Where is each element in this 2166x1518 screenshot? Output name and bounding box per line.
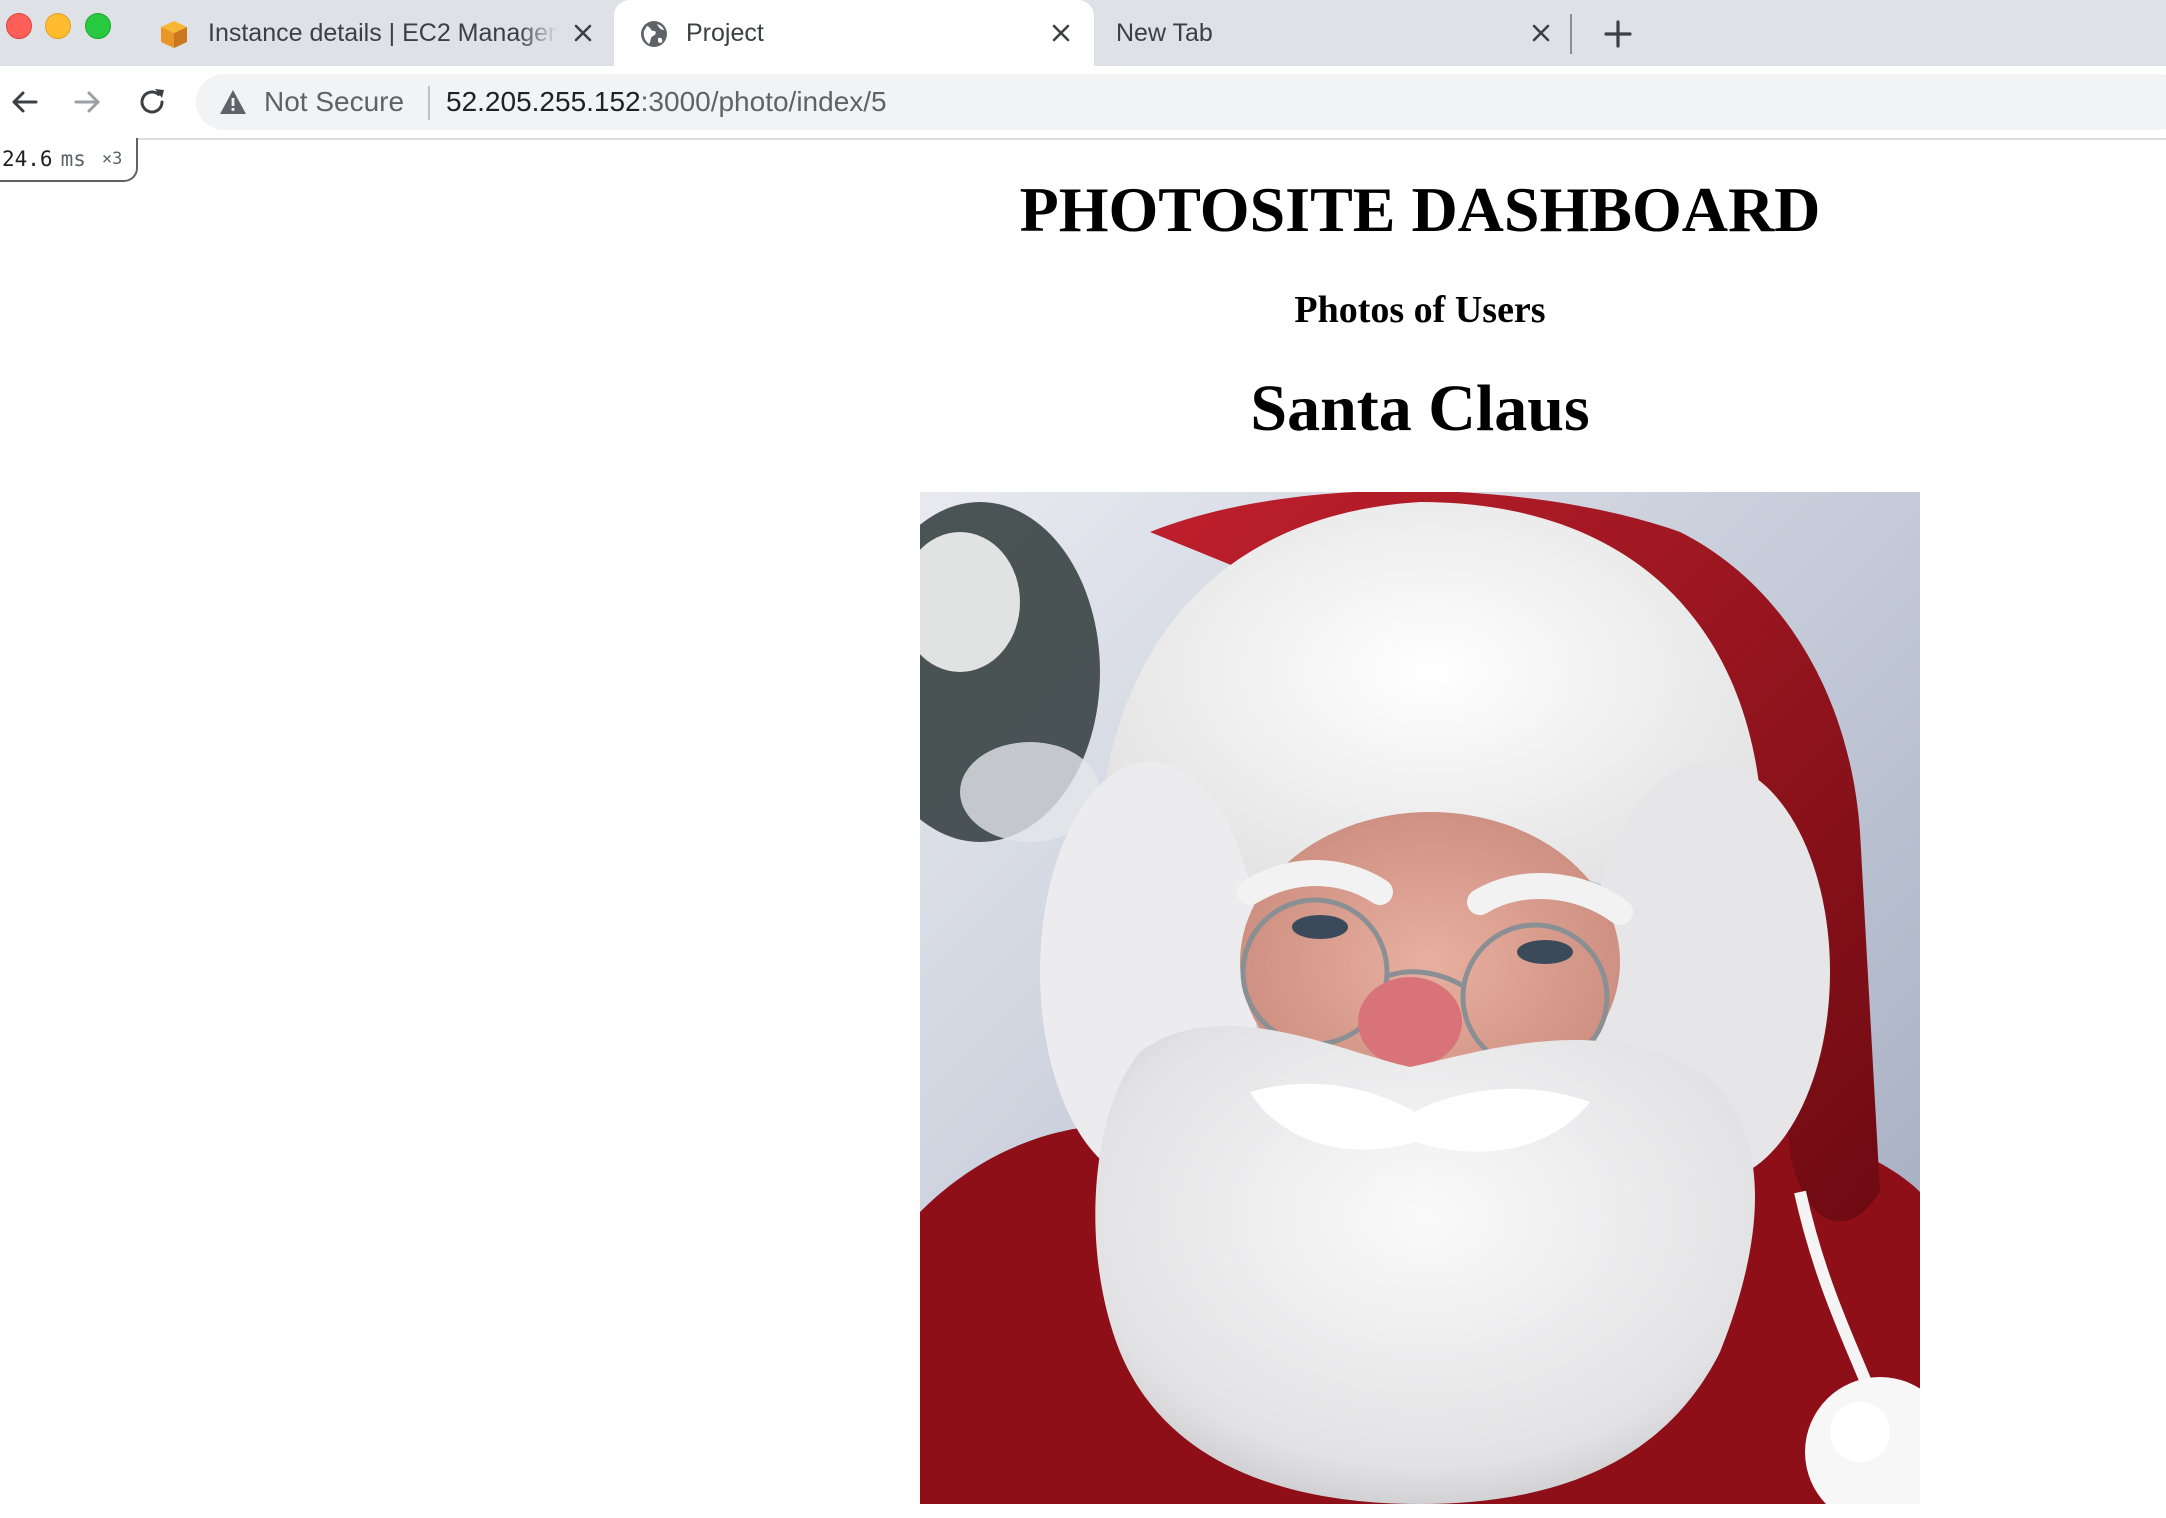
tab-strip: Instance details | EC2 Management Consol…: [0, 0, 2166, 68]
back-arrow-icon[interactable]: [4, 82, 44, 122]
security-status-label[interactable]: Not Secure: [264, 86, 404, 118]
user-photo: [920, 492, 1920, 1504]
url-host: 52.205.255.152: [446, 86, 641, 117]
omnibox-divider: [428, 86, 430, 120]
tab-ec2-console[interactable]: Instance details | EC2 Management Consol…: [150, 0, 610, 66]
tab-title: Project: [686, 19, 764, 47]
url-path: :3000/photo/index/5: [640, 86, 887, 117]
tab-separator: [1570, 14, 1572, 54]
close-icon[interactable]: [1046, 18, 1076, 48]
section-subtitle: Photos of Users: [1294, 289, 1546, 331]
close-icon[interactable]: [1526, 18, 1556, 48]
address-bar[interactable]: Not Secure 52.205.255.152:3000/photo/ind…: [196, 74, 2166, 130]
globe-icon: [638, 18, 670, 50]
reload-icon[interactable]: [132, 82, 172, 122]
forward-arrow-icon[interactable]: [68, 82, 108, 122]
close-icon[interactable]: [568, 18, 598, 48]
page-content: PHOTOSITE DASHBOARD Photos of Users Sant…: [0, 140, 2166, 1518]
tab-title: New Tab: [1116, 19, 1213, 47]
page-title: PHOTOSITE DASHBOARD: [1019, 174, 1821, 245]
url-text[interactable]: 52.205.255.152:3000/photo/index/5: [446, 86, 887, 118]
user-name-heading: Santa Claus: [1250, 372, 1590, 445]
tab-new-tab[interactable]: New Tab: [1096, 0, 1576, 66]
tab-title: Instance details | EC2 Management Consol…: [208, 19, 558, 47]
tab-project[interactable]: Project: [614, 0, 1094, 68]
browser-window: Instance details | EC2 Management Consol…: [0, 0, 2166, 1518]
minimize-window-button[interactable]: [45, 13, 71, 39]
aws-cube-icon: [158, 18, 190, 50]
warning-triangle-icon[interactable]: [218, 88, 248, 116]
new-tab-plus-icon[interactable]: [1598, 14, 1638, 54]
tab-title-fade: [518, 18, 558, 48]
fullscreen-window-button[interactable]: [85, 13, 111, 39]
close-window-button[interactable]: [6, 13, 32, 39]
browser-toolbar: Not Secure 52.205.255.152:3000/photo/ind…: [0, 66, 2166, 140]
